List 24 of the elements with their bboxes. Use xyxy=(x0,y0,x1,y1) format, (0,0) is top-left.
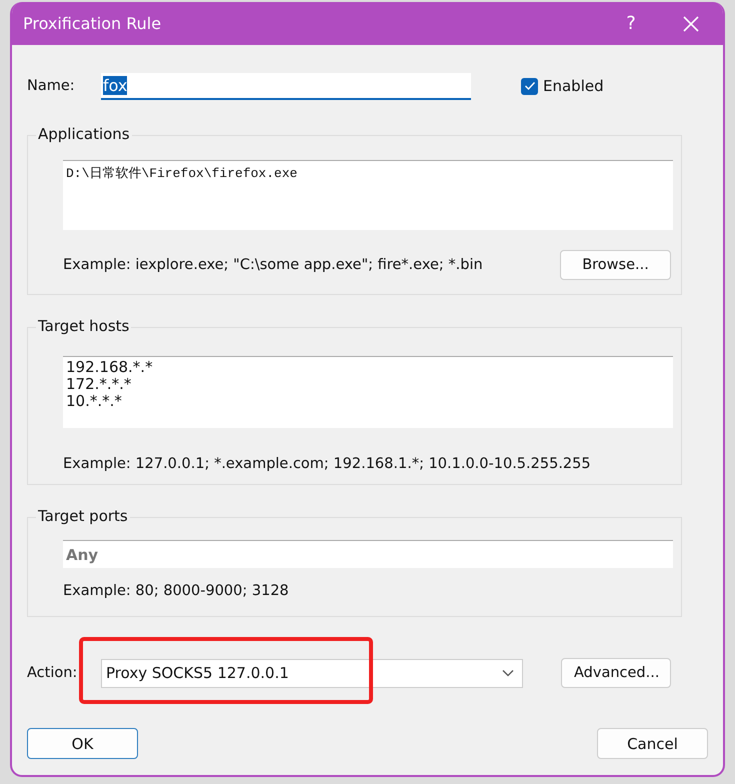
window-title: Proxification Rule xyxy=(23,14,162,33)
check-icon xyxy=(524,81,536,91)
example-text: Example: iexplore.exe; "C:\some app.exe"; fire*.exe; *.bin xyxy=(63,257,483,273)
ok-button[interactable]: OK xyxy=(27,728,138,759)
group-title: Applications xyxy=(36,125,132,143)
group-title: Target hosts xyxy=(36,317,132,335)
name-label: Name: xyxy=(27,78,76,94)
example-text: Example: 127.0.0.1; *.example.com; 192.168.1.*; 10.1.0.0-10.5.255.255 xyxy=(63,456,592,472)
advanced-button[interactable]: Advanced... xyxy=(561,658,671,688)
target-hosts-field[interactable]: 192.168.*.* 172.*.*.* 10.*.*.* xyxy=(63,356,673,428)
caret-icon xyxy=(502,669,514,677)
name-field[interactable]: fox xyxy=(101,72,471,100)
enabled-checkbox[interactable] xyxy=(521,78,538,94)
browse-button[interactable]: Browse... xyxy=(560,250,671,280)
close-icon xyxy=(682,14,700,32)
target-ports-field[interactable]: Any xyxy=(63,540,673,568)
group-title: Target ports xyxy=(36,507,130,525)
enabled-label: Enabled xyxy=(543,77,604,95)
help-button[interactable]: ? xyxy=(609,4,653,44)
action-label: Action: xyxy=(27,665,78,681)
applications-field[interactable]: D:\日常软件\Firefox\firefox.exe xyxy=(63,160,673,230)
example-text: Example: 80; 8000-9000; 3128 xyxy=(63,583,290,599)
cancel-button[interactable]: Cancel xyxy=(597,728,708,759)
action-dropdown[interactable]: Proxy SOCKS5 127.0.0.1 xyxy=(101,658,523,688)
